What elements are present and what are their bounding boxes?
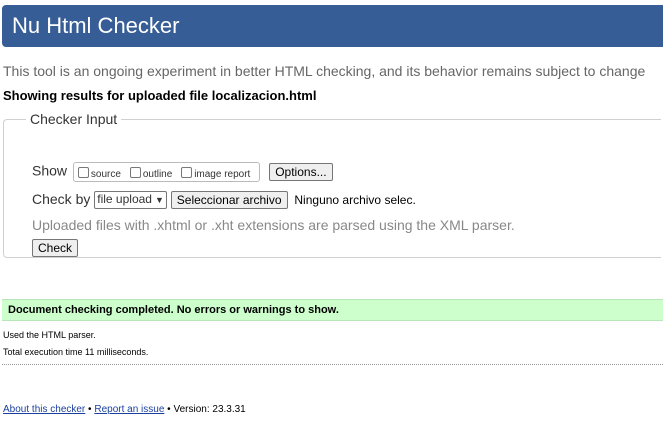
show-source-option[interactable]: source bbox=[77, 167, 121, 180]
divider bbox=[2, 364, 663, 365]
show-image-report-option[interactable]: image report bbox=[181, 167, 251, 180]
check-by-row: Check by file upload ▼ Seleccionar archiv… bbox=[32, 191, 416, 210]
choose-file-button[interactable]: Seleccionar archivo bbox=[170, 191, 288, 210]
xml-parser-note: Uploaded files with .xhtml or .xht exten… bbox=[32, 217, 515, 233]
checker-input-legend: Checker Input bbox=[30, 111, 118, 127]
check-button[interactable]: Check bbox=[32, 239, 79, 258]
footer-separator: • bbox=[167, 404, 171, 415]
intro-text: This tool is an ongoing experiment in be… bbox=[3, 63, 646, 79]
showing-results-text: Showing results for uploaded file locali… bbox=[3, 88, 317, 103]
header-bar: Nu Html Checker bbox=[2, 5, 663, 47]
checker-input-fieldset: Checker Input Show source outline image … bbox=[3, 111, 661, 258]
source-label: source bbox=[90, 169, 121, 180]
version-text: Version: 23.3.31 bbox=[173, 404, 246, 415]
report-issue-link[interactable]: Report an issue bbox=[94, 404, 164, 415]
show-row: Show source outline image report Options… bbox=[32, 162, 333, 182]
footer-separator: • bbox=[88, 404, 92, 415]
result-banner: Document checking completed. No errors o… bbox=[2, 299, 663, 321]
show-outline-option[interactable]: outline bbox=[129, 167, 173, 180]
source-checkbox[interactable] bbox=[77, 167, 89, 178]
execution-time: Total execution time 11 milliseconds. bbox=[3, 347, 149, 357]
no-file-text: Ninguno archivo selec. bbox=[294, 193, 416, 208]
image-report-checkbox[interactable] bbox=[181, 167, 193, 178]
options-button[interactable]: Options... bbox=[269, 163, 333, 181]
check-by-select[interactable]: file upload ▼ bbox=[94, 191, 167, 210]
check-by-label: Check by bbox=[32, 191, 91, 207]
outline-checkbox[interactable] bbox=[129, 167, 141, 178]
show-options-group: source outline image report bbox=[72, 162, 261, 182]
check-row: Check bbox=[32, 239, 79, 258]
about-checker-link[interactable]: About this checker bbox=[3, 404, 85, 415]
check-by-value: file upload bbox=[97, 192, 152, 207]
outline-label: outline bbox=[142, 169, 173, 180]
image-report-label: image report bbox=[194, 169, 251, 180]
page-title: Nu Html Checker bbox=[12, 13, 180, 38]
show-label: Show bbox=[32, 162, 68, 179]
parser-info: Used the HTML parser. bbox=[3, 330, 96, 340]
chevron-down-icon: ▼ bbox=[154, 195, 164, 206]
footer: About this checker • Report an issue • V… bbox=[3, 404, 246, 415]
result-message: Document checking completed. No errors o… bbox=[8, 304, 339, 316]
